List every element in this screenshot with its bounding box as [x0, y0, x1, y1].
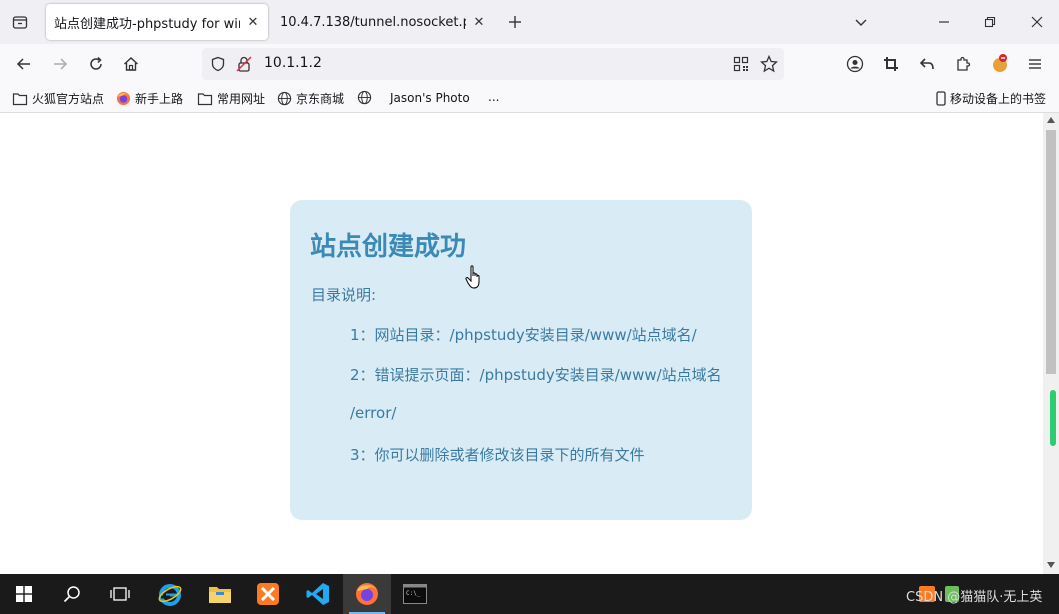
tab-overflow-button[interactable]	[849, 10, 873, 34]
mobile-phone-icon	[936, 91, 946, 106]
minimize-button[interactable]	[932, 10, 956, 34]
hand-cursor-icon	[465, 265, 480, 289]
success-card: 站点创建成功 目录说明: 1：网站目录：/phpstudy安装目录/www/站点…	[290, 200, 752, 520]
puzzle-icon	[957, 56, 971, 71]
card-description: 目录说明:	[311, 286, 377, 304]
bookmark-firefox-official[interactable]: 火狐官方站点	[12, 90, 104, 107]
tab-list-icon	[12, 16, 28, 29]
folder-icon	[209, 587, 231, 603]
screenshot-button[interactable]	[879, 52, 903, 76]
tab-bar: 站点创建成功-phpstudy for windo ✕ 10.4.7.138/t…	[0, 0, 1059, 44]
globe-icon	[357, 90, 372, 105]
scroll-down-icon[interactable]	[1047, 562, 1055, 568]
menu-button[interactable]	[1023, 52, 1047, 76]
mobile-bookmarks-label: 移动设备上的书签	[950, 92, 1047, 106]
card-item: /error/	[350, 404, 397, 422]
star-icon[interactable]	[760, 55, 778, 73]
insecure-lock-icon[interactable]	[236, 55, 252, 73]
bookmark-label: 常用网址	[217, 92, 266, 106]
undo-icon	[919, 58, 934, 70]
minimize-icon	[939, 21, 949, 23]
bookmarks-bar: 火狐官方站点 新手上路 常用网址 京东商城 Jason's Photo ... …	[0, 84, 1059, 113]
chevron-down-icon	[855, 19, 867, 26]
window-close-button[interactable]	[1025, 10, 1049, 34]
account-button[interactable]	[843, 52, 867, 76]
mobile-bookmarks[interactable]: 移动设备上的书签	[936, 90, 1046, 107]
globe-icon	[277, 91, 292, 106]
windows-logo-icon	[16, 586, 32, 602]
arrow-right-icon	[54, 58, 68, 70]
taskbar-xampp[interactable]	[244, 574, 292, 614]
extensions-button[interactable]	[951, 52, 975, 76]
bookmark-jasons-photo[interactable]: Jason's Photo	[357, 90, 470, 105]
taskbar-vscode[interactable]	[294, 574, 342, 614]
tab-active[interactable]: 站点创建成功-phpstudy for windo ✕	[46, 4, 268, 40]
firefox-icon	[356, 583, 378, 605]
bookmark-label: Jason's Photo	[390, 90, 470, 105]
plus-icon	[509, 16, 521, 28]
search-button[interactable]	[48, 574, 96, 614]
account-icon	[846, 55, 864, 73]
bookmark-label: 京东商城	[296, 92, 345, 106]
close-icon[interactable]: ✕	[470, 13, 488, 31]
tray-watermark-text: CSDN @猫猫队·无上英	[906, 590, 1043, 605]
extension-avatar-button[interactable]	[988, 51, 1012, 75]
forward-button[interactable]	[48, 52, 72, 76]
back-button[interactable]	[12, 52, 36, 76]
task-view-icon	[110, 587, 130, 601]
xampp-icon	[257, 583, 279, 605]
taskbar: C:\_ CSDN @猫猫队·无上英	[0, 574, 1059, 614]
scroll-thumb[interactable]	[1046, 130, 1056, 374]
tab-label: 站点创建成功-phpstudy for windo	[54, 16, 240, 32]
extension-avatar-icon	[993, 54, 1007, 72]
home-icon	[124, 57, 138, 71]
bookmark-more[interactable]: ...	[488, 90, 499, 104]
undo-button[interactable]	[915, 52, 939, 76]
folder-icon	[12, 92, 28, 105]
card-item: 2：错误提示页面：/phpstudy安装目录/www/站点域名	[350, 366, 722, 384]
taskbar-terminal[interactable]: C:\_	[391, 574, 439, 614]
taskbar-ie[interactable]	[146, 574, 194, 614]
vscode-icon	[306, 583, 329, 605]
shield-icon	[211, 56, 225, 72]
scroll-up-icon[interactable]	[1047, 117, 1055, 123]
card-item: 1：网站目录：/phpstudy安装目录/www/站点域名/	[350, 326, 697, 344]
hamburger-icon	[1029, 59, 1041, 69]
qr-code-icon[interactable]	[733, 56, 749, 72]
taskbar-file-explorer[interactable]	[196, 574, 244, 614]
card-title: 站点创建成功	[310, 232, 467, 262]
bookmark-getting-started[interactable]: 新手上路	[116, 90, 183, 107]
restore-button[interactable]	[978, 10, 1002, 34]
card-item: 3：你可以删除或者修改该目录下的所有文件	[350, 446, 645, 464]
firefox-icon	[116, 91, 131, 106]
close-icon	[1031, 16, 1043, 28]
bookmark-jd[interactable]: 京东商城	[277, 90, 344, 107]
reload-icon	[90, 56, 102, 70]
close-icon[interactable]: ✕	[244, 13, 262, 31]
internet-explorer-icon	[158, 584, 182, 606]
bookmark-label: ...	[488, 90, 500, 104]
url-text[interactable]: 10.1.1.2	[264, 55, 322, 71]
tab-label: 10.4.7.138/tunnel.nosocket.php	[280, 14, 466, 30]
search-icon	[63, 586, 80, 603]
restore-icon	[984, 16, 996, 28]
bookmark-label: 新手上路	[135, 92, 184, 106]
tab-list-button[interactable]	[8, 10, 32, 34]
taskbar-firefox[interactable]	[343, 574, 391, 614]
task-view-button[interactable]	[96, 574, 144, 614]
bookmark-label: 火狐官方站点	[32, 92, 105, 106]
new-tab-button[interactable]	[503, 10, 527, 34]
terminal-icon: C:\_	[403, 584, 427, 604]
reload-button[interactable]	[84, 52, 108, 76]
side-indicator[interactable]	[1050, 390, 1056, 446]
home-button[interactable]	[119, 52, 143, 76]
folder-icon	[197, 92, 213, 105]
start-button[interactable]	[0, 574, 48, 614]
tab-2[interactable]: 10.4.7.138/tunnel.nosocket.php ✕	[272, 4, 494, 40]
arrow-left-icon	[16, 58, 30, 70]
svg-text:C:\_: C:\_	[406, 590, 421, 597]
bookmark-common-sites[interactable]: 常用网址	[197, 90, 265, 107]
url-bar[interactable]: 10.1.1.2	[202, 48, 784, 80]
crop-icon	[884, 57, 898, 71]
